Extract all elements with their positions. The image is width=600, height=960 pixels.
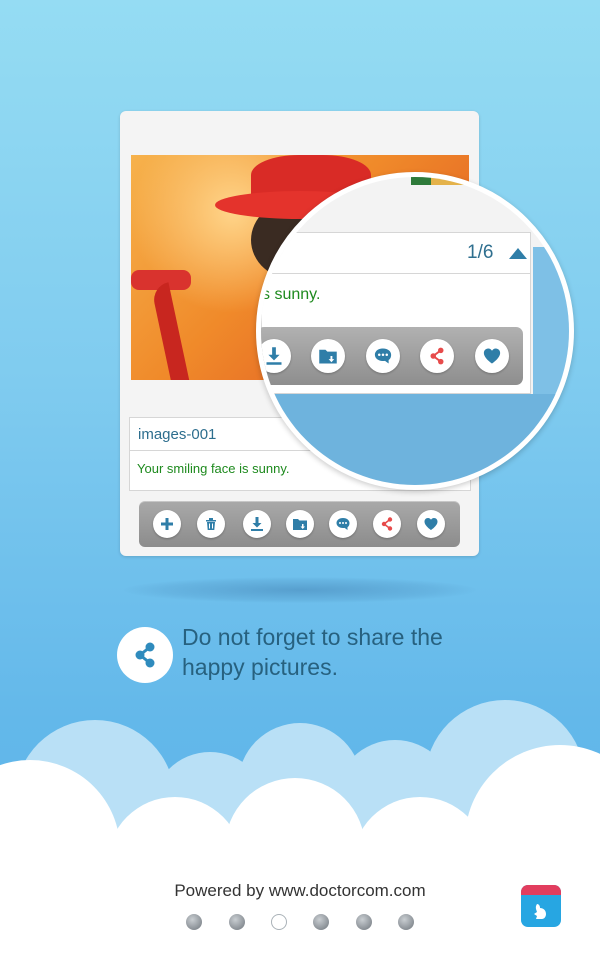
- page-dot-active[interactable]: [271, 914, 287, 930]
- page-dot[interactable]: [229, 914, 245, 930]
- image-title: images-001: [138, 426, 217, 443]
- zoomed-title-bar: 1/6: [261, 232, 531, 274]
- download-button[interactable]: [243, 510, 271, 538]
- comment-icon: [374, 348, 392, 364]
- heart-icon: [424, 518, 438, 530]
- photo-toolbar: [139, 501, 460, 547]
- favorite-button[interactable]: [417, 510, 445, 538]
- save-to-folder-button[interactable]: [286, 510, 314, 538]
- share-icon: [430, 347, 444, 365]
- zoomed-save-to-folder-button[interactable]: [311, 339, 345, 373]
- zoomed-download-button[interactable]: [261, 339, 291, 373]
- comment-button[interactable]: [329, 510, 357, 538]
- zoomed-toolbar: [261, 327, 523, 385]
- zoomed-comment-button[interactable]: [366, 339, 400, 373]
- share-icon: [135, 642, 155, 668]
- page-dot[interactable]: [356, 914, 372, 930]
- zoomed-favorite-button[interactable]: [475, 339, 509, 373]
- heart-icon: [483, 348, 501, 364]
- folder-download-icon: [293, 519, 307, 530]
- share-badge: [117, 627, 173, 683]
- download-icon: [266, 347, 282, 365]
- share-tip: Do not forget to share the happy picture…: [182, 622, 512, 682]
- add-icon: [161, 518, 173, 530]
- delete-button[interactable]: [197, 510, 225, 538]
- comment-icon: [336, 518, 350, 530]
- folder-download-icon: [319, 349, 337, 364]
- zoomed-caption: s sunny.: [262, 286, 321, 303]
- card-shadow: [124, 577, 476, 603]
- add-button[interactable]: [153, 510, 181, 538]
- share-tip-line1: Do not forget to share the: [182, 624, 443, 650]
- app-logo: [521, 885, 561, 927]
- page-dots: [184, 914, 424, 932]
- share-button[interactable]: [373, 510, 401, 538]
- magnifier-zoom: 1/6 s sunny.: [256, 172, 574, 490]
- page-dot[interactable]: [186, 914, 202, 930]
- kangaroo-logo-icon: [534, 904, 546, 919]
- page-dot[interactable]: [398, 914, 414, 930]
- share-tip-line2: happy pictures.: [182, 654, 338, 680]
- powered-by-text: Powered by www.doctorcom.com: [174, 881, 426, 900]
- share-icon: [381, 517, 393, 531]
- onboarding-screen: images-001 Your smiling face is sunny. 1…: [0, 0, 600, 960]
- zoomed-share-button[interactable]: [420, 339, 454, 373]
- page-indicator: 1/6: [467, 242, 494, 263]
- download-icon: [251, 517, 263, 531]
- zoomed-background: [261, 394, 569, 485]
- collapse-arrow-icon[interactable]: [509, 248, 527, 259]
- page-dot[interactable]: [313, 914, 329, 930]
- delete-icon: [206, 518, 216, 530]
